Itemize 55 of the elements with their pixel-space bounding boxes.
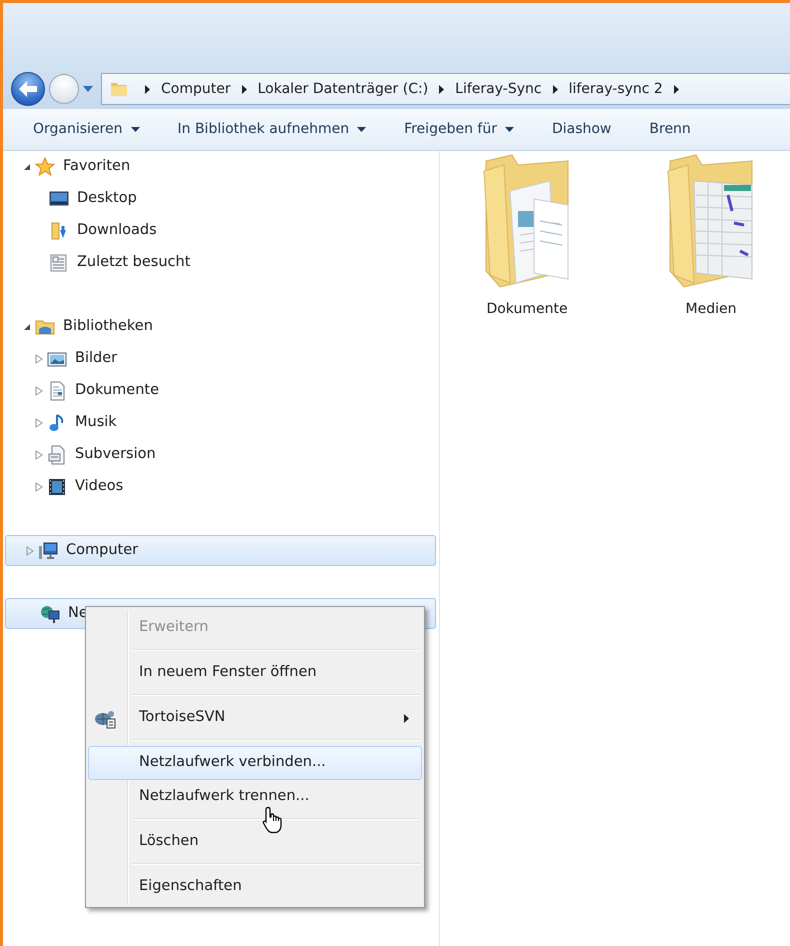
tree-item[interactable]: Computer (5, 535, 436, 566)
tree-item[interactable]: Videos (75, 476, 124, 498)
menu-item[interactable]: TortoiseSVN (88, 701, 422, 735)
chevron-icon[interactable] (552, 84, 559, 94)
tree-item[interactable]: Bibliotheken (63, 316, 153, 338)
expand-arrow-icon[interactable] (26, 546, 34, 556)
breadcrumb-link[interactable]: Liferay-Sync (453, 78, 544, 100)
expand-arrow-icon[interactable] (35, 354, 43, 364)
chevron-icon[interactable] (438, 84, 446, 94)
network-icon (40, 604, 60, 624)
star-icon (35, 157, 55, 177)
film-icon (47, 477, 67, 497)
chevron-icon[interactable] (672, 84, 680, 94)
menu-item[interactable]: Eigenschaften (88, 870, 422, 904)
menu-item[interactable]: Netzlaufwerk trennen... (88, 780, 422, 814)
expand-arrow-icon[interactable] (35, 482, 43, 492)
folder-label[interactable]: Dokumente (486, 299, 568, 320)
expand-arrow-icon[interactable] (35, 450, 43, 460)
document-icon (47, 445, 67, 465)
computer-icon (38, 540, 58, 560)
recent-places-icon (49, 253, 69, 273)
breadcrumb-link[interactable]: Lokaler Datenträger (C:) (256, 78, 430, 100)
hand-cursor-icon (262, 806, 284, 834)
expand-arrow-icon[interactable] (35, 418, 43, 428)
toolbar-button[interactable]: Freigeben für (398, 115, 520, 144)
back-arrow-icon (18, 80, 38, 98)
folder-label[interactable]: Medien (686, 299, 736, 320)
chevron-icon[interactable] (144, 84, 151, 94)
back-button[interactable] (11, 72, 45, 106)
toolbar-button[interactable]: Brenn (643, 115, 697, 144)
address-bar[interactable]: Computer Lokaler Datenträger (C:) Liferay-Sync liferay-sync 2 (101, 73, 790, 105)
tree-item[interactable]: Zuletzt besucht (77, 252, 190, 274)
tree-item[interactable]: Subversion (75, 444, 156, 466)
toolbar-button[interactable]: In Bibliothek aufnehmen (172, 115, 372, 144)
tree-item[interactable]: Desktop (77, 188, 137, 210)
collapse-arrow-icon[interactable] (23, 323, 31, 331)
toolbar-button[interactable]: Organisieren (27, 115, 146, 144)
submenu-arrow-icon (404, 714, 409, 723)
toolbar-button[interactable]: Diashow (546, 115, 618, 144)
folder-icon (110, 80, 128, 98)
menu-item[interactable]: Löschen (88, 825, 422, 859)
download-folder-icon (49, 221, 69, 241)
history-caret-icon[interactable] (83, 86, 93, 92)
tree-item[interactable]: Downloads (77, 220, 157, 242)
menu-item[interactable]: In neuem Fenster öffnen (88, 656, 422, 690)
tree-item[interactable]: Dokumente (75, 380, 160, 402)
tree-item[interactable]: Bilder (75, 348, 118, 370)
menu-item[interactable]: Netzlaufwerk verbinden... (88, 746, 422, 780)
tree-item[interactable]: Musik (75, 412, 117, 434)
chevron-icon[interactable] (240, 84, 248, 94)
expand-arrow-icon[interactable] (35, 386, 43, 396)
breadcrumb-link[interactable]: Computer (159, 78, 233, 100)
collapse-arrow-icon[interactable] (23, 163, 31, 171)
breadcrumb-link[interactable]: liferay-sync 2 (566, 78, 665, 100)
tree-item[interactable]: Favoriten (63, 156, 130, 178)
